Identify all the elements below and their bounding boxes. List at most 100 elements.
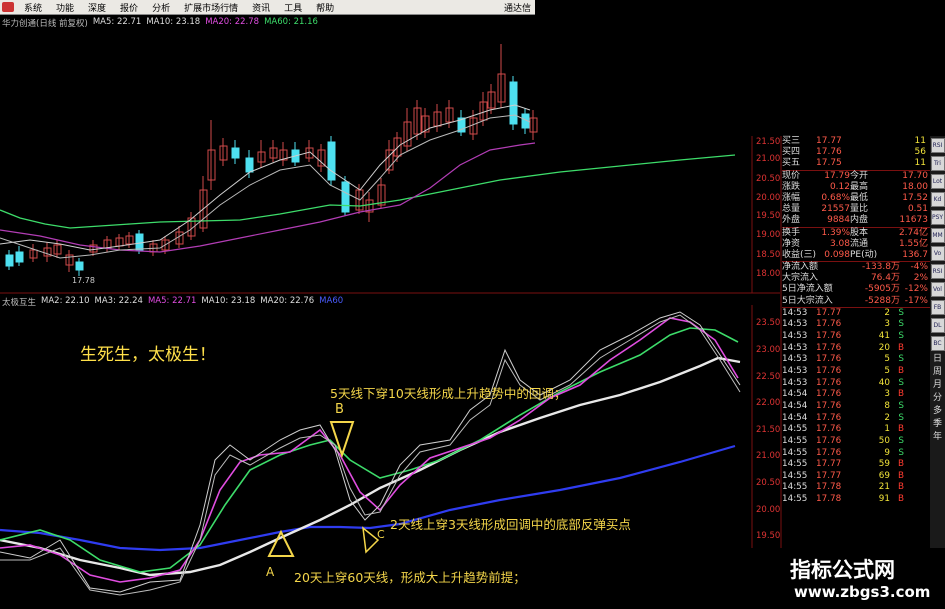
stat-l2: 最低: [850, 192, 869, 203]
watermark-title: 指标公式网: [790, 558, 895, 582]
ask-label: 买三: [782, 136, 801, 146]
sidebar-period-button[interactable]: 分: [933, 393, 942, 403]
flow-v: -5288万: [864, 295, 900, 306]
sidebar-tool-button[interactable]: PSY: [930, 210, 945, 225]
tick-row: 14:54 17.76 3 B: [782, 389, 930, 401]
flow-p: -12%: [904, 284, 928, 295]
flow-l: 大宗流入: [782, 273, 819, 284]
stat-l1: 涨跌: [782, 181, 801, 192]
tick-row: 14:54 17.76 2 S: [782, 413, 930, 425]
tick-row: 14:55 17.76 9 S: [782, 448, 930, 460]
tick-side: S: [898, 400, 904, 411]
tick-row: 14:53 17.76 40 S: [782, 378, 930, 390]
annotation-c-label: C: [377, 528, 385, 541]
triangle-a-marker: [267, 529, 295, 557]
tick-time: 14:53: [782, 342, 808, 353]
main-axis-label: 21.50: [756, 137, 781, 147]
stat-l2: 流通: [850, 238, 869, 249]
tick-volume: 5: [884, 354, 890, 365]
stat-l2: 量比: [850, 204, 869, 215]
tick-volume: 69: [878, 470, 890, 481]
tick-side: B: [897, 389, 904, 400]
stat-row: 收益(三) 0.098 PE(动) 136.7: [782, 249, 930, 263]
annotation-a-label: A: [266, 565, 275, 579]
indicator-axis-label: 20.00: [756, 505, 781, 515]
stat-v2: 136.7: [902, 249, 928, 260]
sidebar-tool-button[interactable]: RSI: [930, 138, 945, 153]
stat-v1: 17.79: [824, 170, 850, 181]
indicator-axis-label: 23.00: [756, 345, 781, 355]
sidebar-tool-button[interactable]: MM: [930, 228, 945, 243]
main-axis-label: 19.50: [756, 211, 781, 221]
tick-row: 14:54 17.76 8 S: [782, 401, 930, 413]
triangle-c-marker: [362, 526, 380, 554]
candle-body: [75, 261, 84, 271]
tick-side: B: [897, 470, 904, 481]
main-axis-label: 18.00: [756, 269, 781, 279]
flow-row: 大宗流入 76.4万 2%: [782, 273, 930, 284]
tick-side: B: [897, 494, 904, 505]
sidebar-tool-button[interactable]: BC: [930, 336, 945, 351]
tick-price: 17.76: [816, 354, 842, 365]
tick-time: 14:53: [782, 319, 808, 330]
sidebar-period-button[interactable]: 月: [933, 380, 942, 390]
tick-price: 17.76: [816, 400, 842, 411]
sidebar-period-button[interactable]: 季: [933, 419, 942, 429]
stat-l2: 今开: [850, 170, 869, 181]
tick-side: S: [898, 412, 904, 423]
flow-v: -133.8万: [861, 262, 900, 273]
main-axis-label: 19.00: [756, 230, 781, 240]
tick-price: 17.76: [816, 319, 842, 330]
tick-side: S: [898, 307, 904, 318]
flow-v: 76.4万: [870, 273, 900, 284]
tick-volume: 3: [884, 389, 890, 400]
stat-v2: 1.55亿: [898, 238, 928, 249]
tick-row: 14:55 17.76 1 B: [782, 424, 930, 436]
tick-row: 14:53 17.76 5 S: [782, 354, 930, 366]
annotation-c-text: 2天线上穿3天线形成回调中的底部反弹买点: [390, 517, 631, 532]
sidebar-tool-button[interactable]: Kd: [930, 192, 945, 207]
sidebar-period-button[interactable]: 日: [933, 354, 942, 364]
tick-time: 14:55: [782, 459, 808, 470]
low-price-marker: 17.78: [72, 276, 95, 285]
candle-body: [135, 233, 144, 251]
sidebar-period-button[interactable]: 年: [933, 432, 942, 442]
stat-v2: 17.52: [902, 192, 928, 203]
stat-v1: 0.12: [829, 181, 850, 192]
indicator-axis-label: 21.50: [756, 425, 781, 435]
stat-v1: 3.08: [829, 238, 850, 249]
tick-row: 14:55 17.76 50 S: [782, 436, 930, 448]
ask-price: 17.77: [816, 136, 842, 146]
sidebar-period-button[interactable]: 多: [933, 406, 942, 416]
flow-p: -4%: [910, 262, 928, 273]
tick-side: S: [898, 447, 904, 458]
tick-price: 17.76: [816, 377, 842, 388]
tick-volume: 50: [878, 435, 890, 446]
candle-body: [231, 147, 240, 159]
tick-row: 14:53 17.76 20 B: [782, 343, 930, 355]
sidebar-period-button[interactable]: 周: [933, 367, 942, 377]
tick-time: 14:54: [782, 400, 808, 411]
stat-row: 净资 3.08 流通 1.55亿: [782, 239, 930, 250]
stat-l1: 外盘: [782, 215, 801, 226]
tick-time: 14:53: [782, 377, 808, 388]
sidebar-tool-button[interactable]: Tri: [930, 156, 945, 171]
tick-volume: 1: [884, 424, 890, 435]
flow-row: 5日净流入额 -5905万 -12%: [782, 284, 930, 295]
sidebar-tool-button[interactable]: Vo: [930, 246, 945, 261]
sidebar-tool-button[interactable]: Vol: [930, 282, 945, 297]
indicator-axis-label: 21.00: [756, 451, 781, 461]
tick-price: 17.76: [816, 366, 842, 377]
sidebar-tool-button[interactable]: DL: [930, 318, 945, 333]
sidebar-tool-button[interactable]: Lot: [930, 174, 945, 189]
flow-p: 2%: [913, 273, 928, 284]
sidebar-tool-button[interactable]: FB: [930, 300, 945, 315]
indicator-axis-label: 23.50: [756, 318, 781, 328]
sidebar-tool-button[interactable]: RSI: [930, 264, 945, 279]
candle-body: [341, 181, 350, 213]
stat-l1: 现价: [782, 170, 801, 181]
stat-l2: 股本: [850, 227, 869, 238]
tick-time: 14:54: [782, 412, 808, 423]
main-axis-label: 18.50: [756, 250, 781, 260]
indicator-axis-label: 22.00: [756, 398, 781, 408]
